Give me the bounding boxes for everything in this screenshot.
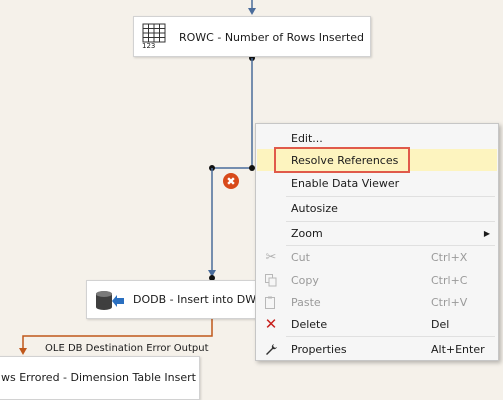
menu-item-label: Paste xyxy=(291,295,321,309)
error-output-label: OLE DB Destination Error Output xyxy=(45,343,209,354)
delete-x-icon: ✕ xyxy=(264,315,278,333)
submenu-arrow-icon: ▶ xyxy=(483,228,490,238)
dodb-task-label: DODB - Insert into DW Di xyxy=(133,293,272,306)
menu-item-label: Properties xyxy=(291,342,347,356)
rows-errored-task-label: ws Errored - Dimension Table Insert xyxy=(1,371,196,384)
menu-item-shortcut: Alt+Enter xyxy=(431,342,485,356)
rows-errored-task[interactable]: ws Errored - Dimension Table Insert xyxy=(0,356,200,400)
menu-item-label: Copy xyxy=(291,273,319,287)
grid-123-icon: 123 xyxy=(142,23,168,51)
menu-item-label: Zoom xyxy=(291,226,323,240)
menu-item-shortcut: Ctrl+X xyxy=(431,250,468,264)
copy-icon xyxy=(263,272,279,288)
menu-item-shortcut: Ctrl+C xyxy=(431,273,468,287)
grid-icon-number: 123 xyxy=(142,42,156,50)
menu-item-label: Autosize xyxy=(291,201,338,215)
menu-item-shortcut: Ctrl+V xyxy=(431,295,468,309)
menu-item-enable-data-viewer[interactable]: Enable Data Viewer xyxy=(257,172,497,194)
scissors-icon: ✂ xyxy=(265,249,277,265)
error-glyph: ✖ xyxy=(226,174,236,188)
menu-item-label: Cut xyxy=(291,250,310,264)
database-destination-icon xyxy=(95,290,125,312)
error-x-icon[interactable]: ✖ xyxy=(223,173,239,189)
rowc-task[interactable]: 123 ROWC - Number of Rows Inserted xyxy=(133,16,371,57)
dodb-task[interactable]: DODB - Insert into DW Di xyxy=(86,280,271,319)
menu-item-cut[interactable]: ✂ Cut Ctrl+X xyxy=(257,246,497,268)
menu-item-label: Delete xyxy=(291,317,328,331)
wrench-icon xyxy=(263,341,279,357)
error-output-arrow-icon xyxy=(19,348,27,355)
menu-item-shortcut: Del xyxy=(431,317,450,331)
menu-item-zoom[interactable]: Zoom ▶ xyxy=(257,222,497,244)
rowc-task-label: ROWC - Number of Rows Inserted xyxy=(179,31,365,44)
menu-item-edit[interactable]: Edit... xyxy=(257,127,497,149)
menu-item-paste[interactable]: Paste Ctrl+V xyxy=(257,291,497,313)
menu-item-properties[interactable]: Properties Alt+Enter xyxy=(257,338,497,360)
menu-item-label: Enable Data Viewer xyxy=(291,176,400,190)
menu-item-copy[interactable]: Copy Ctrl+C xyxy=(257,269,497,291)
resolve-references-callout xyxy=(274,147,410,173)
menu-item-label: Edit... xyxy=(291,131,323,145)
paste-icon xyxy=(263,294,279,310)
menu-separator xyxy=(286,336,495,337)
incoming-arrow-icon xyxy=(248,8,256,15)
menu-item-delete[interactable]: ✕ Delete Del xyxy=(257,313,497,335)
menu-item-autosize[interactable]: Autosize xyxy=(257,197,497,219)
